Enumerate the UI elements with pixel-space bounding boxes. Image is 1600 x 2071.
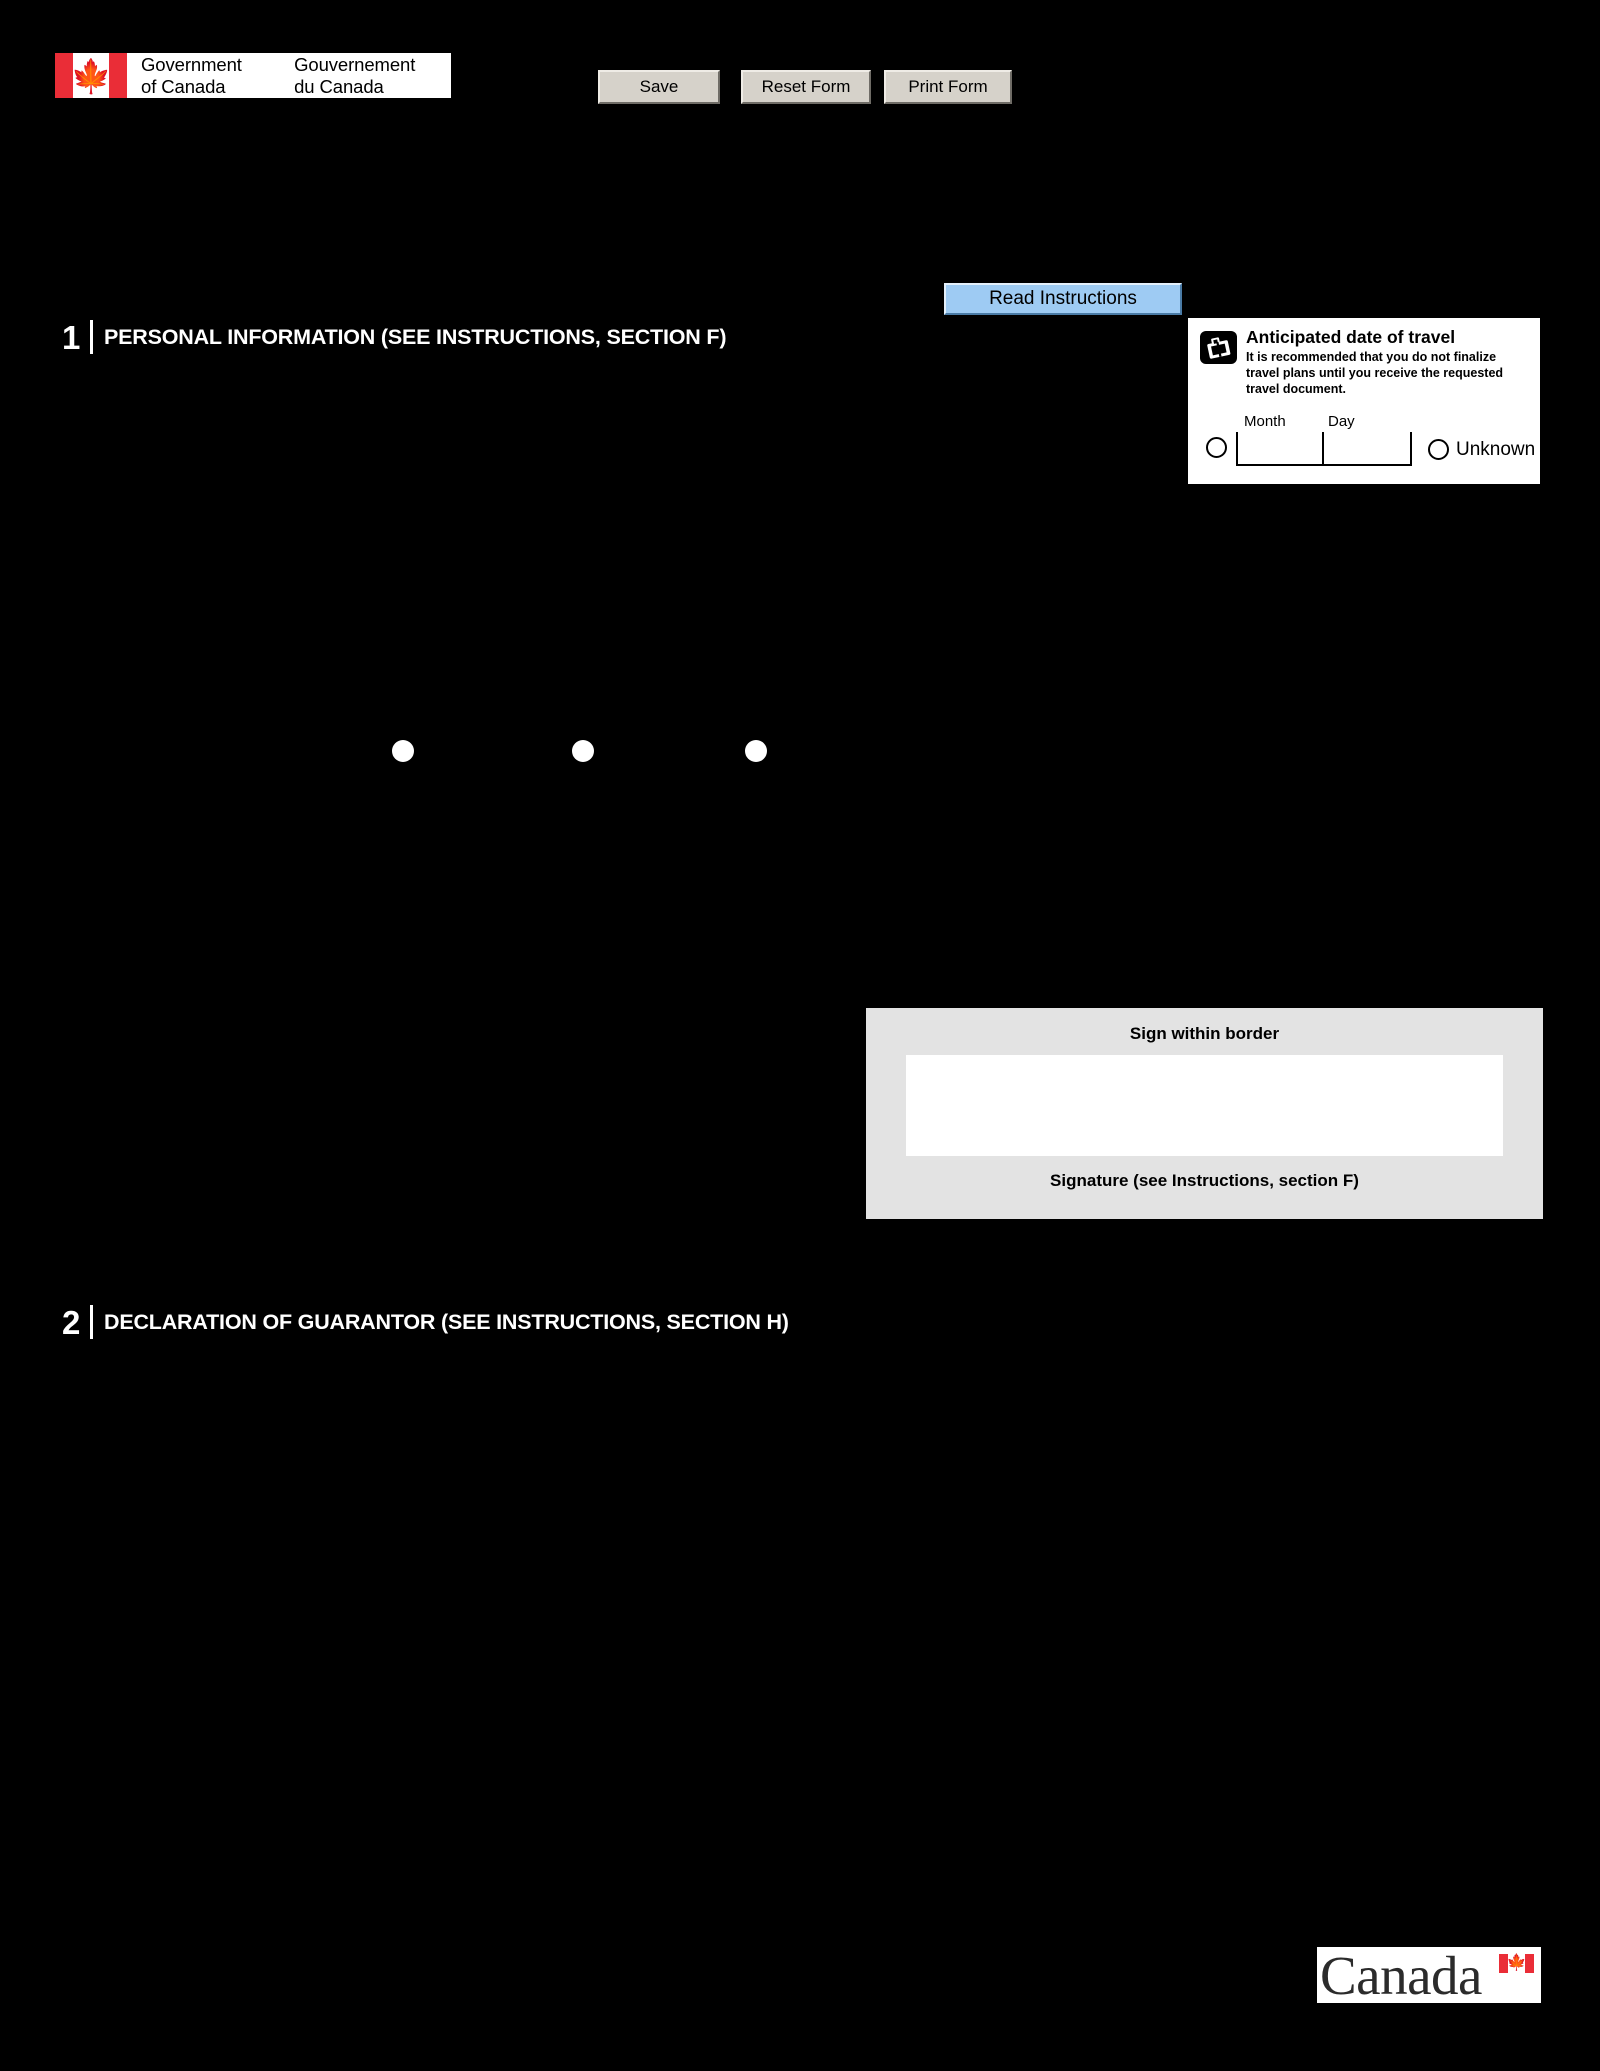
travel-unknown-radio[interactable] — [1428, 439, 1449, 460]
save-button[interactable]: Save — [598, 70, 720, 104]
canadian-flag-icon: 🍁 — [55, 53, 127, 98]
form-radio-option-1[interactable] — [392, 740, 414, 762]
unknown-label: Unknown — [1456, 439, 1536, 460]
unknown-option[interactable]: Unknown — [1428, 439, 1535, 460]
government-of-canada-wordmark: 🍁 Government of Canada Gouvernement du C… — [55, 53, 451, 98]
signature-block: Sign within border Signature (see Instru… — [866, 1008, 1543, 1219]
form-radio-option-3[interactable] — [745, 740, 767, 762]
maple-leaf-icon: 🍁 — [1506, 1954, 1527, 1972]
print-form-button[interactable]: Print Form — [884, 70, 1012, 104]
travel-note: It is recommended that you do not finali… — [1246, 350, 1504, 396]
form-radio-option-2[interactable] — [572, 740, 594, 762]
anticipated-date-of-travel-box: Anticipated date of travel It is recomme… — [1186, 316, 1542, 486]
section-2-title: DECLARATION OF GUARANTOR (SEE INSTRUCTIO… — [104, 1309, 789, 1334]
canada-wordmark-flag-icon: 🍁 — [1499, 1954, 1534, 1973]
signature-input[interactable] — [906, 1055, 1503, 1156]
travel-date-radio[interactable] — [1206, 437, 1227, 458]
travel-box-header: Anticipated date of travel It is recomme… — [1200, 327, 1528, 397]
suitcase-icon — [1200, 331, 1237, 364]
form-page: 🍁 Government of Canada Gouvernement du C… — [0, 0, 1600, 2071]
section-1-title: PERSONAL INFORMATION (SEE INSTRUCTIONS, … — [104, 324, 727, 349]
date-cells — [1236, 432, 1412, 466]
section-divider-rule — [90, 320, 93, 354]
date-entry-group: Month Day — [1236, 414, 1412, 470]
canada-wordmark-text: Canada — [1320, 1944, 1482, 2006]
maple-leaf-icon: 🍁 — [70, 57, 112, 94]
read-instructions-button[interactable]: Read Instructions — [944, 283, 1182, 315]
travel-title: Anticipated date of travel — [1246, 327, 1456, 347]
section-2-number: 2 — [62, 1303, 81, 1341]
reset-form-button[interactable]: Reset Form — [741, 70, 871, 104]
travel-text-wrapper: Anticipated date of travel It is recomme… — [1246, 327, 1526, 397]
month-input[interactable] — [1238, 432, 1324, 464]
section-1-heading: 1 PERSONAL INFORMATION (SEE INSTRUCTIONS… — [62, 320, 726, 354]
month-label: Month — [1244, 413, 1286, 430]
day-label: Day — [1328, 413, 1355, 430]
day-input[interactable] — [1324, 432, 1410, 464]
section-divider-rule — [90, 1305, 93, 1339]
wordmark-french-text: Gouvernement du Canada — [294, 54, 416, 97]
wordmark-english-text: Government of Canada — [141, 54, 242, 97]
sign-within-border-label: Sign within border — [1129, 1024, 1280, 1043]
canada-wordmark: Canada 🍁 — [1317, 1947, 1541, 2003]
section-1-number: 1 — [62, 318, 81, 356]
signature-caption: Signature (see Instructions, section F) — [1050, 1171, 1359, 1190]
section-2-heading: 2 DECLARATION OF GUARANTOR (SEE INSTRUCT… — [62, 1305, 789, 1339]
travel-date-fields: Month Day Unknown — [1200, 414, 1535, 470]
